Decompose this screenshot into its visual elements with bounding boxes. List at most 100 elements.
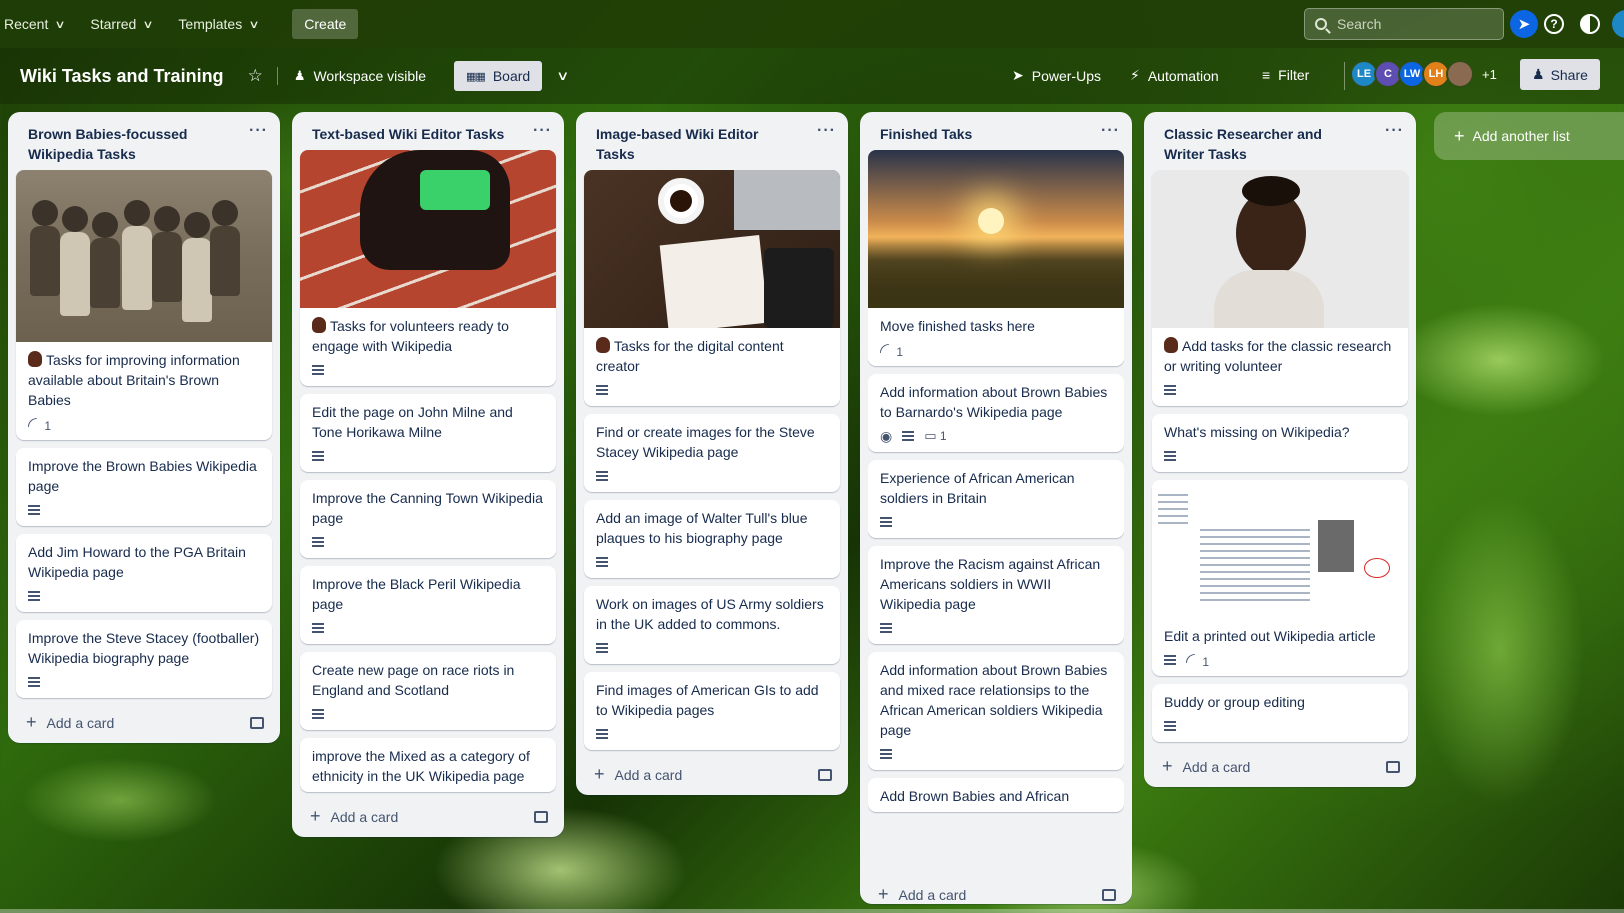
description-icon: [1164, 655, 1176, 665]
raised-hand-icon: [596, 337, 610, 353]
list-header: Text-based Wiki Editor Tasks ···: [300, 120, 556, 150]
create-button[interactable]: Create: [292, 9, 359, 39]
card-cover-image: [16, 170, 272, 342]
add-card-button[interactable]: + Add a card: [868, 878, 1124, 904]
card[interactable]: Improve the Racism against African Ameri…: [868, 546, 1124, 644]
nav-templates[interactable]: Templates ∨: [178, 16, 259, 32]
list-title[interactable]: Text-based Wiki Editor Tasks: [312, 124, 512, 144]
nav-recent[interactable]: Recent ∨: [4, 16, 67, 32]
create-from-template-icon[interactable]: [1386, 760, 1400, 773]
card[interactable]: Tasks for improving information availabl…: [16, 170, 272, 440]
more-icon[interactable]: ···: [1385, 123, 1404, 164]
filter-button[interactable]: ≡ Filter: [1262, 67, 1309, 83]
description-icon: [312, 365, 324, 375]
card-badges: ⌒ 1: [25, 414, 260, 435]
card[interactable]: Move finished tasks here ⌒ 1: [868, 150, 1124, 366]
more-icon[interactable]: ···: [249, 123, 268, 164]
power-ups-button[interactable]: ➤ Power-Ups: [1012, 67, 1101, 84]
card[interactable]: Add an image of Walter Tull's blue plaqu…: [584, 500, 840, 578]
card-title: Add tasks for the classic research or wr…: [1164, 337, 1392, 374]
more-icon[interactable]: ···: [817, 123, 836, 164]
card-badges: [880, 618, 1112, 638]
horizontal-scrollbar[interactable]: [0, 909, 1624, 913]
view-switcher-chevron-icon[interactable]: ∨: [556, 68, 569, 84]
card[interactable]: Improve the Steve Stacey (footballer) Wi…: [16, 620, 272, 698]
list-header: Brown Babies-focussed Wikipedia Tasks ···: [16, 120, 272, 170]
help-icon[interactable]: ?: [1544, 14, 1564, 34]
automation-button[interactable]: ⚡︎ Automation: [1130, 67, 1219, 84]
member-avatar[interactable]: [1446, 60, 1474, 88]
card[interactable]: Add Brown Babies and African: [868, 778, 1124, 812]
card[interactable]: Find images of American GIs to add to Wi…: [584, 672, 840, 750]
member-avatars: LE C LW LH +1: [1350, 60, 1497, 88]
more-members-count[interactable]: +1: [1482, 67, 1497, 82]
theme-toggle-icon[interactable]: [1580, 14, 1600, 34]
card[interactable]: Create new page on race riots in England…: [300, 652, 556, 730]
share-button[interactable]: ♟ Share: [1520, 59, 1600, 90]
card[interactable]: Improve the Canning Town Wikipedia page: [300, 480, 556, 558]
board-view-button[interactable]: ▦▦ Board: [454, 61, 543, 91]
attachment-badge: ⌒ 1: [877, 341, 903, 361]
rocket-outline-icon: ➤: [1012, 67, 1024, 83]
add-card-button[interactable]: + Add a card: [584, 758, 840, 789]
card[interactable]: Add information about Brown Babies to Ba…: [868, 374, 1124, 452]
create-from-template-icon[interactable]: [534, 810, 548, 823]
card[interactable]: improve the Mixed as a category of ethni…: [300, 738, 556, 792]
add-card-button[interactable]: + Add a card: [300, 800, 556, 831]
card[interactable]: Tasks for volunteers ready to engage wit…: [300, 150, 556, 386]
card-title: What's missing on Wikipedia?: [1164, 424, 1350, 440]
top-app-bar: Recent ∨ Starred ∨ Templates ∨ Create Searc…: [0, 0, 1624, 48]
card-title: Add Brown Babies and African: [880, 788, 1070, 804]
create-from-template-icon[interactable]: [818, 768, 832, 781]
add-list-button[interactable]: + Add another list: [1434, 112, 1624, 160]
card-title: Edit the page on John Milne and Tone Hor…: [312, 404, 513, 440]
list-title[interactable]: Brown Babies-focussed Wikipedia Tasks: [28, 124, 228, 164]
card-badges: [1164, 380, 1396, 400]
card-cover-image: [868, 150, 1124, 308]
description-icon: [880, 749, 892, 759]
card[interactable]: Add Jim Howard to the PGA Britain Wikipe…: [16, 534, 272, 612]
card[interactable]: Work on images of US Army soldiers in th…: [584, 586, 840, 664]
rocket-icon[interactable]: ➤: [1510, 10, 1538, 38]
board-title[interactable]: Wiki Tasks and Training: [20, 66, 224, 87]
add-card-button[interactable]: + Add a card: [1152, 750, 1408, 781]
list-title[interactable]: Image-based Wiki Editor Tasks: [596, 124, 796, 164]
list-column: Finished Taks ··· Move finished tasks here…: [860, 112, 1132, 904]
card[interactable]: Add tasks for the classic research or wr…: [1152, 170, 1408, 406]
add-person-icon: ♟: [1532, 66, 1545, 82]
create-from-template-icon[interactable]: [1102, 888, 1116, 901]
description-icon: [880, 517, 892, 527]
visibility-button[interactable]: ♟ Workspace visible: [294, 68, 426, 84]
more-icon[interactable]: ···: [1101, 123, 1120, 144]
list-header: Classic Researcher and Writer Tasks ···: [1152, 120, 1408, 170]
card-title: Tasks for volunteers ready to engage wit…: [312, 317, 509, 354]
card-badges: [312, 446, 544, 466]
card[interactable]: Improve the Brown Babies Wikipedia page: [16, 448, 272, 526]
card[interactable]: What's missing on Wikipedia?: [1152, 414, 1408, 472]
list-title[interactable]: Finished Taks: [880, 124, 1080, 144]
search-input[interactable]: Search: [1304, 8, 1504, 40]
card[interactable]: Find or create images for the Steve Stac…: [584, 414, 840, 492]
create-from-template-icon[interactable]: [250, 716, 264, 729]
card[interactable]: Tasks for the digital content creator: [584, 170, 840, 406]
more-icon[interactable]: ···: [533, 123, 552, 144]
account-avatar[interactable]: [1612, 10, 1624, 38]
description-icon: [1164, 385, 1176, 395]
card[interactable]: Add information about Brown Babies and m…: [868, 652, 1124, 770]
list-title[interactable]: Classic Researcher and Writer Tasks: [1164, 124, 1364, 164]
chevron-down-icon: ∨: [54, 18, 67, 31]
nav-starred[interactable]: Starred ∨: [90, 16, 154, 32]
card-badges: [28, 500, 260, 520]
card-badges: [312, 618, 544, 638]
add-card-button[interactable]: + Add a card: [16, 706, 272, 737]
card-list: Tasks for the digital content creator Fin…: [584, 170, 840, 750]
card-title: Improve the Brown Babies Wikipedia page: [28, 458, 257, 494]
star-icon[interactable]: ☆: [248, 66, 263, 86]
card[interactable]: Improve the Black Peril Wikipedia page: [300, 566, 556, 644]
card[interactable]: Buddy or group editing: [1152, 684, 1408, 742]
card[interactable]: Experience of African American soldiers …: [868, 460, 1124, 538]
board-view-label: Board: [492, 68, 531, 84]
card[interactable]: Edit the page on John Milne and Tone Hor…: [300, 394, 556, 472]
card[interactable]: Edit a printed out Wikipedia article ⌒ 1: [1152, 480, 1408, 676]
card-title: Work on images of US Army soldiers in th…: [596, 596, 824, 632]
